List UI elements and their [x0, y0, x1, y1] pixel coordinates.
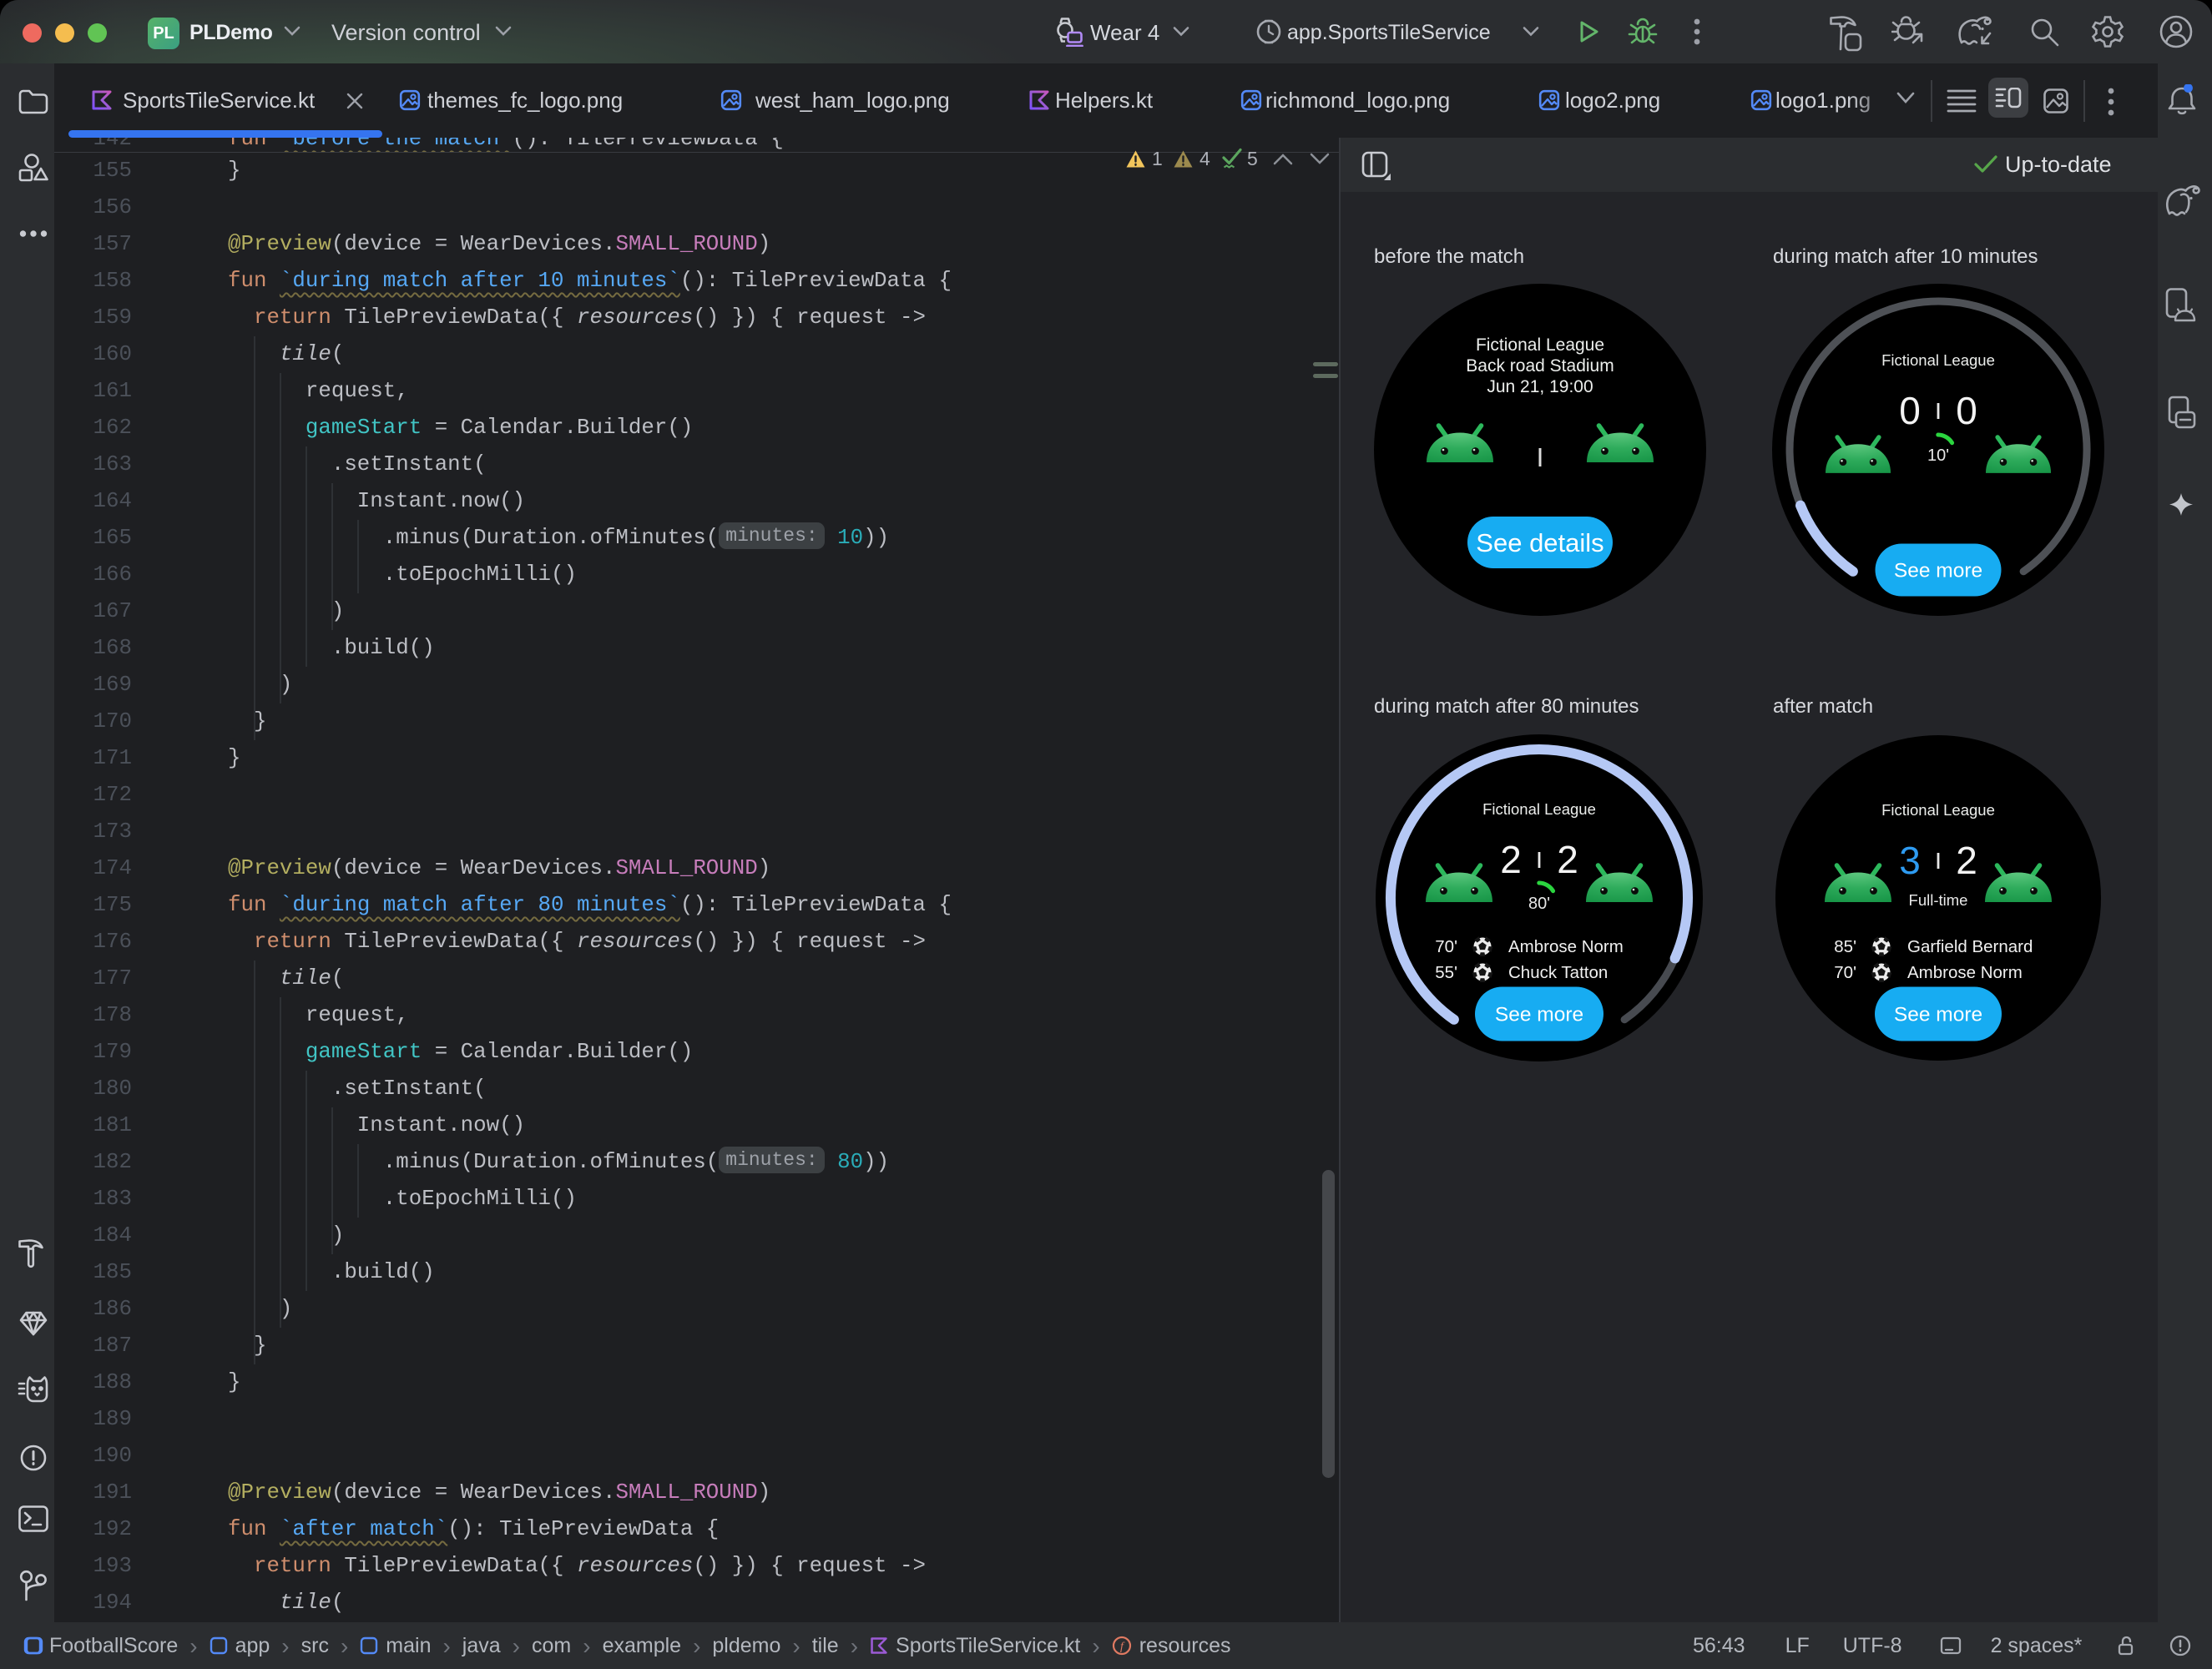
svg-text:70': 70' [1435, 937, 1457, 956]
svg-text:10': 10' [1927, 446, 1949, 465]
svg-text:85': 85' [1834, 937, 1856, 956]
svg-text:See more: See more [1894, 1004, 1982, 1026]
svg-text:80': 80' [1528, 895, 1550, 913]
svg-text:0: 0 [1956, 389, 1977, 432]
svg-text:Ambrose Norm: Ambrose Norm [1907, 963, 2023, 982]
svg-text:55': 55' [1435, 963, 1457, 982]
svg-text:See more: See more [1495, 1004, 1583, 1026]
svg-text:2: 2 [1956, 839, 1977, 882]
svg-text:2: 2 [1500, 838, 1522, 881]
svg-text:Back road Stadium: Back road Stadium [1466, 356, 1614, 376]
svg-text:Chuck Tatton: Chuck Tatton [1508, 963, 1608, 982]
svg-text:Fictional League: Fictional League [1881, 351, 1995, 369]
svg-text:Fictional League: Fictional League [1482, 800, 1596, 818]
svg-text:Ambrose Norm: Ambrose Norm [1508, 937, 1624, 956]
svg-text:f: f [1120, 1641, 1125, 1653]
svg-text:0: 0 [1899, 389, 1921, 432]
svg-text:70': 70' [1834, 963, 1856, 982]
svg-text:See details: See details [1476, 528, 1603, 557]
svg-text:3: 3 [1899, 839, 1921, 882]
svg-text:Full-time: Full-time [1909, 891, 1968, 909]
svg-text:See more: See more [1894, 560, 1982, 582]
svg-text:Fictional League: Fictional League [1476, 335, 1604, 355]
svg-text:Garfield Bernard: Garfield Bernard [1907, 937, 2033, 956]
svg-text:Fictional League: Fictional League [1881, 801, 1995, 819]
svg-text:2: 2 [1557, 838, 1578, 881]
svg-text:Jun 21, 19:00: Jun 21, 19:00 [1487, 377, 1593, 396]
